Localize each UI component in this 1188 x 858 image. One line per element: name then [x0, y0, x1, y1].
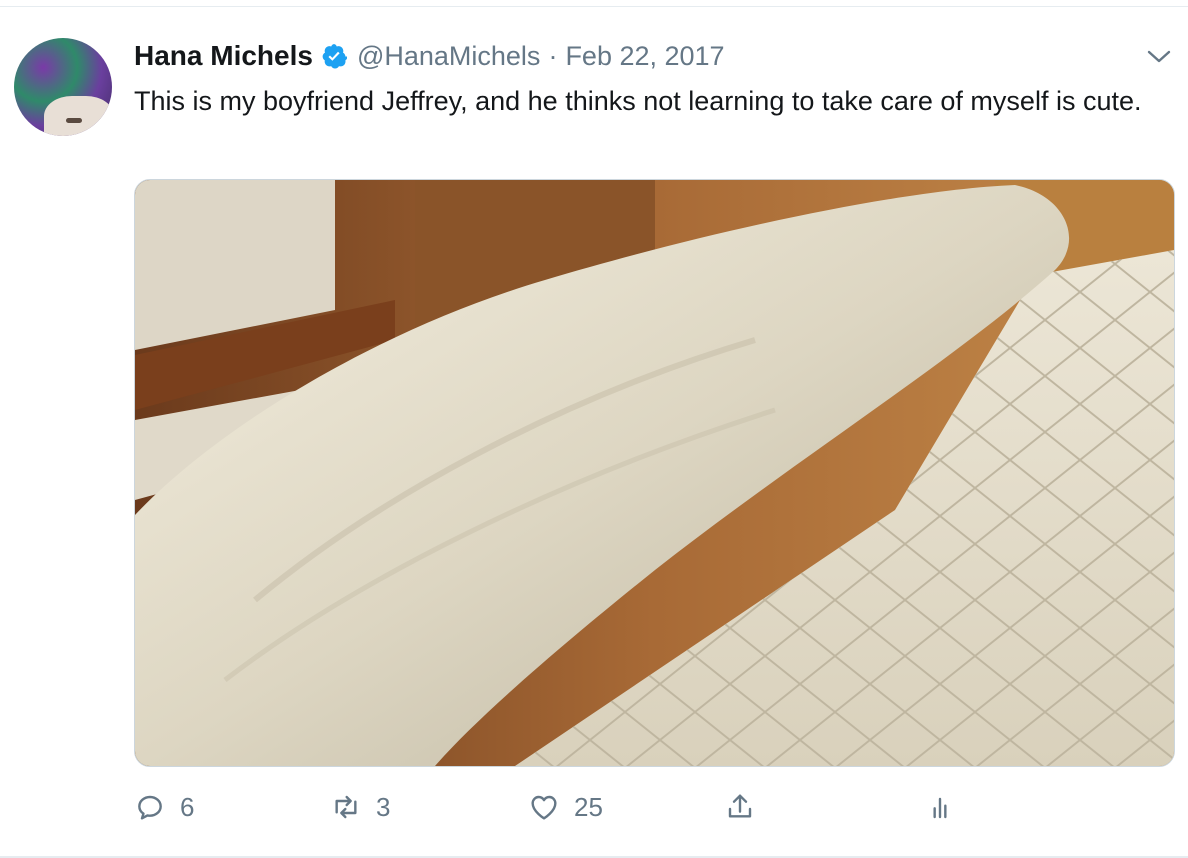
header-separator: · [548, 40, 558, 71]
top-divider [0, 6, 1188, 7]
avatar-face [44, 96, 112, 136]
retweet-count: 3 [376, 791, 391, 822]
analytics-icon [933, 797, 947, 819]
bolster-pillow-photo [135, 180, 1174, 766]
verified-badge-icon [322, 44, 347, 69]
avatar-eye [66, 118, 82, 123]
share-icon [728, 794, 752, 818]
like-action[interactable]: 25 [528, 784, 603, 830]
tweet-header: Hana Michels @HanaMichels · Feb 22, 2017 [134, 38, 725, 74]
analytics-action[interactable] [924, 784, 956, 830]
retweet-action[interactable]: 3 [330, 784, 390, 830]
author-handle[interactable]: @HanaMichels [357, 41, 540, 72]
reply-action[interactable]: 6 [134, 784, 194, 830]
tweet-date[interactable]: Feb 22, 2017 [565, 41, 724, 72]
share-action[interactable] [724, 784, 756, 830]
reply-icon [138, 795, 162, 820]
like-count: 25 [574, 791, 603, 822]
retweet-icon [335, 795, 357, 819]
chevron-down-icon[interactable] [1146, 46, 1172, 66]
reply-count: 6 [180, 791, 195, 822]
tweet-text: This is my boyfriend Jeffrey, and he thi… [134, 86, 1142, 116]
heart-icon [531, 795, 557, 820]
tweet-photo[interactable] [134, 179, 1175, 767]
avatar[interactable] [14, 38, 112, 136]
author-name[interactable]: Hana Michels [134, 40, 313, 72]
